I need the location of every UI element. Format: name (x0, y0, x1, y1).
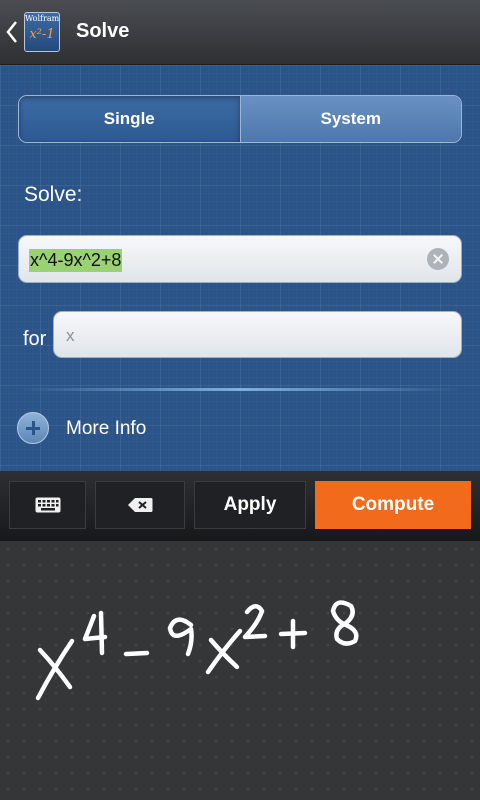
compute-button[interactable]: Compute (315, 481, 471, 529)
action-bar: Wolfram x²-1 Solve (0, 0, 480, 65)
plus-icon[interactable] (17, 412, 49, 444)
app-icon-brand: Wolfram (25, 14, 60, 23)
page-title: Solve (76, 20, 130, 42)
variable-placeholder: x (66, 326, 75, 345)
solve-form: Single System Solve: x^4-9x^2+8 for x Mo… (0, 65, 480, 471)
mode-segmented-control: Single System (18, 95, 462, 143)
for-label: for (23, 328, 47, 350)
backspace-button[interactable] (95, 481, 185, 529)
keyboard-icon (35, 497, 60, 513)
handwritten-expression (35, 600, 359, 701)
system-mode-button[interactable]: System (239, 96, 461, 142)
single-mode-button[interactable]: Single (19, 96, 240, 142)
solve-label: Solve: (24, 183, 83, 206)
clear-icon[interactable] (427, 248, 449, 270)
expression-input[interactable]: x^4-9x^2+8 (18, 235, 462, 283)
handwriting-canvas[interactable] (0, 541, 480, 800)
backspace-icon (128, 498, 153, 512)
variable-input[interactable]: x (53, 311, 462, 358)
expression-text: x^4-9x^2+8 (29, 249, 123, 272)
divider (18, 388, 462, 391)
app-icon[interactable]: Wolfram x²-1 (24, 12, 60, 52)
keyboard-button[interactable] (9, 481, 86, 529)
more-info-link[interactable]: More Info (66, 418, 146, 440)
back-chevron-icon[interactable] (5, 18, 19, 46)
input-toolbar: Apply Compute (0, 471, 480, 541)
app-icon-expression: x²-1 (29, 27, 55, 42)
apply-button[interactable]: Apply (194, 481, 306, 529)
